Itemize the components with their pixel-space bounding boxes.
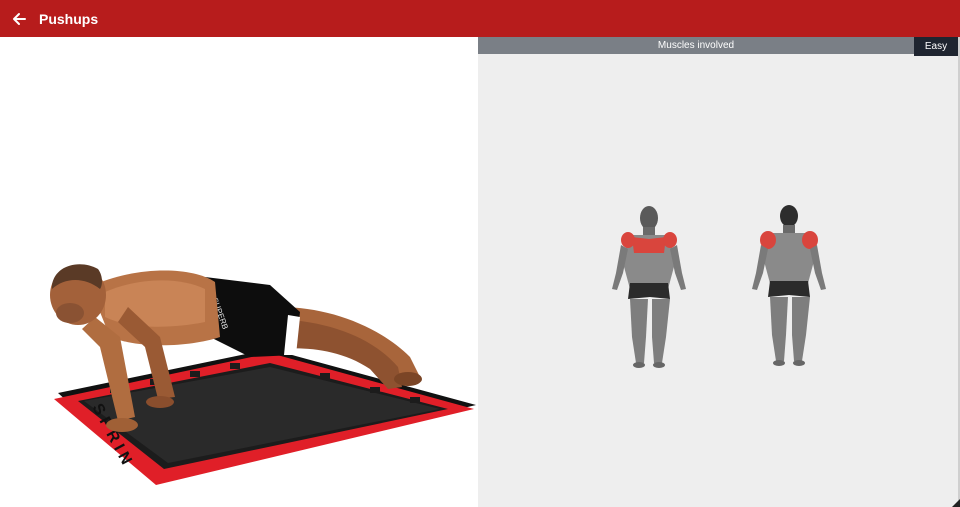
exercise-image-panel: S P R I N SUPERB [0, 37, 478, 507]
arrow-left-icon [13, 12, 26, 25]
muscles-panel: Muscles involved Easy [478, 37, 960, 507]
muscle-diagram [612, 205, 826, 368]
back-button[interactable] [0, 0, 38, 37]
back-body-figure [752, 205, 826, 366]
app-bar: Pushups [0, 0, 960, 37]
front-body-figure [612, 206, 686, 368]
page-title: Pushups [39, 10, 99, 27]
pushup-illustration: S P R I N SUPERB [50, 264, 476, 485]
